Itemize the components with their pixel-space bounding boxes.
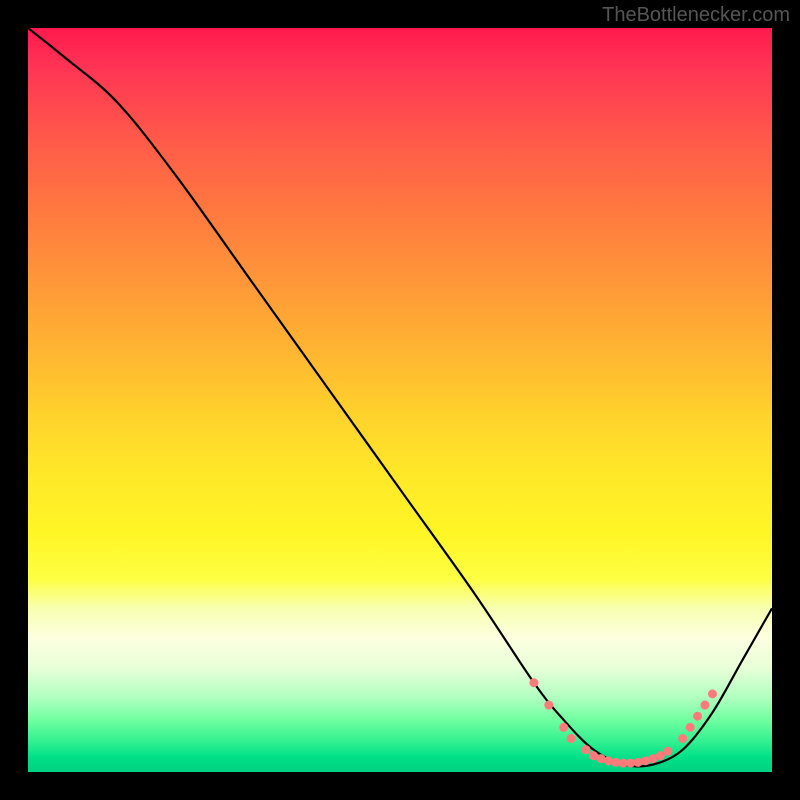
chart-marker-dot	[678, 734, 687, 743]
chart-svg	[28, 28, 772, 772]
chart-marker-dot	[529, 678, 538, 687]
chart-marker-dot	[544, 701, 553, 710]
chart-marker-dot	[567, 734, 576, 743]
chart-marker-dot	[582, 745, 591, 754]
chart-marker-dot	[559, 723, 568, 732]
chart-markers	[529, 678, 717, 767]
chart-marker-dot	[686, 723, 695, 732]
chart-marker-dot	[708, 689, 717, 698]
chart-marker-dot	[663, 747, 672, 756]
chart-plot-area	[28, 28, 772, 772]
watermark-text: TheBottlenecker.com	[602, 4, 790, 27]
chart-curve	[28, 28, 772, 766]
chart-marker-dot	[604, 756, 613, 765]
chart-marker-dot	[701, 701, 710, 710]
chart-marker-dot	[634, 758, 643, 767]
chart-marker-dot	[693, 712, 702, 721]
